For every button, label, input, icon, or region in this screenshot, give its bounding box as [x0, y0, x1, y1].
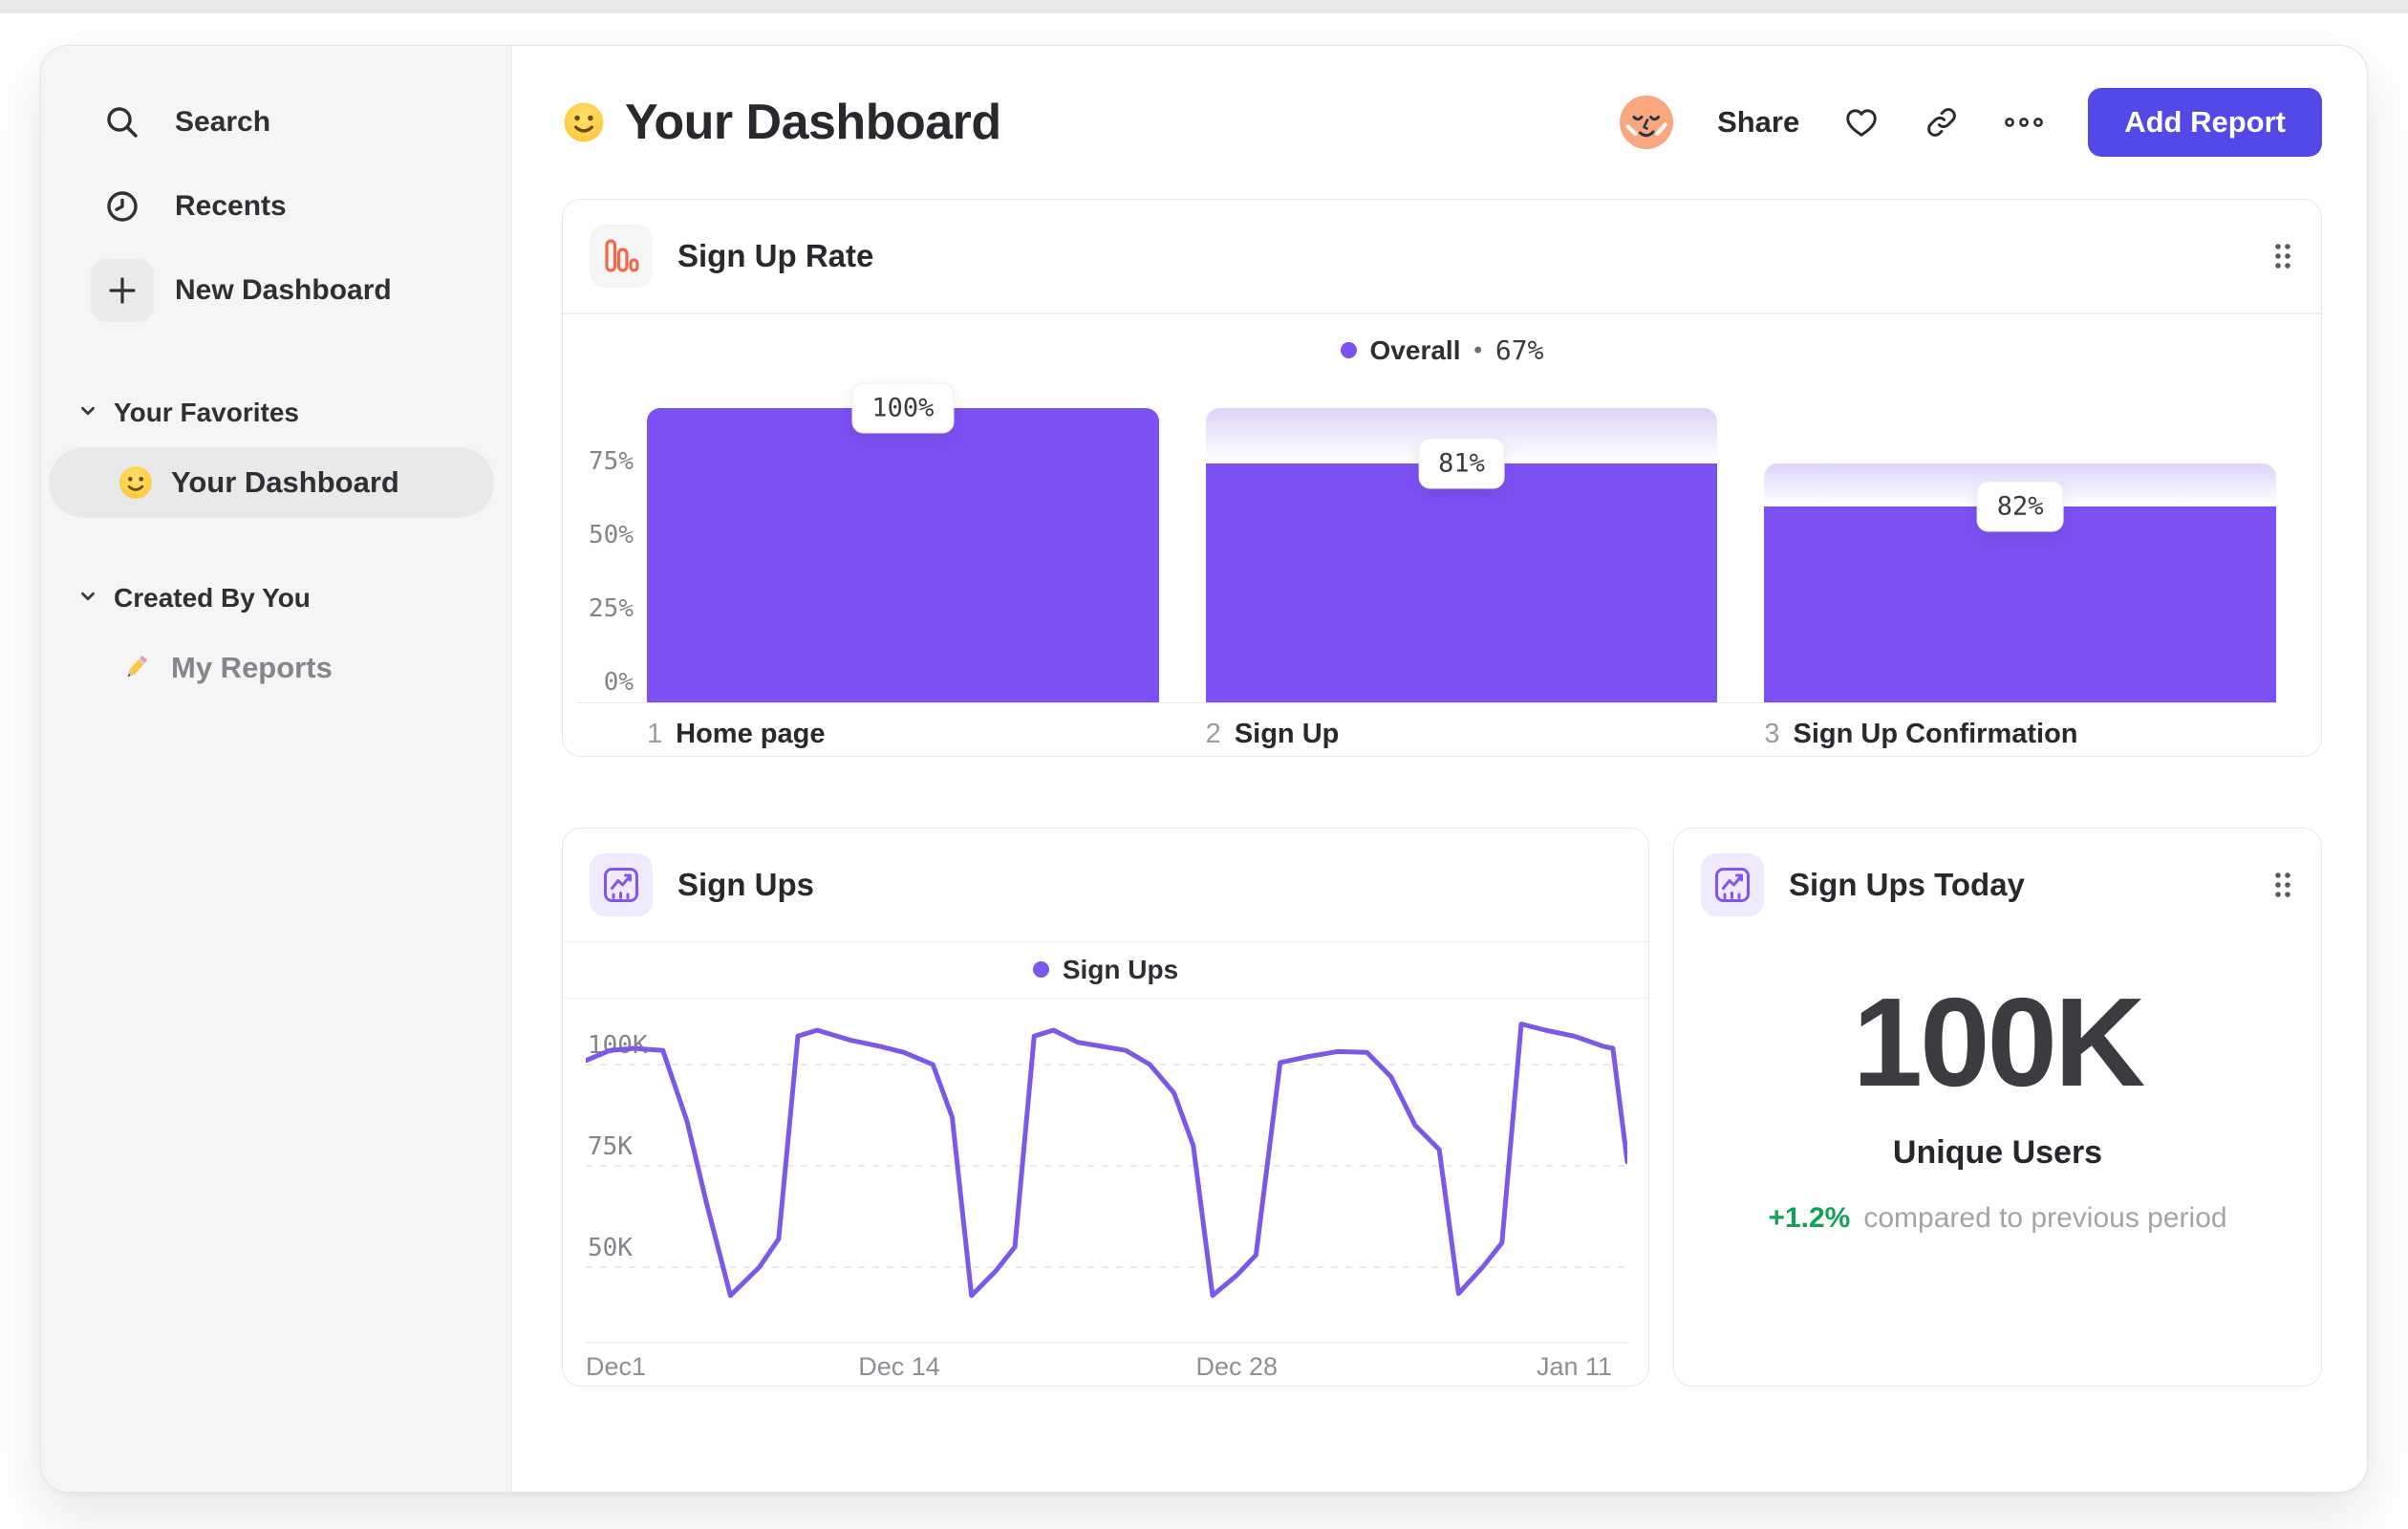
legend-label: Overall	[1369, 334, 1461, 365]
legend-dot	[1032, 961, 1049, 978]
sign-ups-card-header: Sign Ups	[563, 829, 1648, 941]
svg-text:50K: 50K	[588, 1234, 633, 1262]
chevron-down-icon	[77, 398, 98, 428]
sign-ups-card: Sign Ups Sign Ups 100K 75K 50K Dec1 Dec 14 De…	[562, 827, 1649, 1387]
y-axis-tick: 50%	[589, 520, 634, 549]
legend-dot	[1340, 342, 1357, 358]
search-icon	[91, 91, 154, 154]
funnel-value-tooltip: 100%	[851, 382, 955, 433]
add-report-button[interactable]: Add Report	[2088, 88, 2322, 157]
y-axis-tick: 75%	[589, 446, 634, 476]
chevron-down-icon	[77, 583, 98, 614]
stat-value: 100K	[1852, 971, 2146, 1112]
svg-text:75K: 75K	[588, 1132, 633, 1161]
funnel-bar-fill	[1764, 506, 2277, 702]
sidebar-section-label: Your Favorites	[114, 398, 299, 427]
more-options-icon[interactable]	[2004, 113, 2044, 132]
favorite-heart-icon[interactable]	[1843, 104, 1880, 140]
page-title: Your Dashboard	[625, 95, 1001, 150]
sidebar-item-label: Recents	[175, 190, 287, 222]
background-window-edge	[0, 0, 2408, 13]
stat-body: 100K Unique Users +1.2% compared to prev…	[1674, 971, 2321, 1235]
sign-ups-today-card-header: Sign Ups Today	[1674, 829, 2321, 941]
legend-value: 67%	[1494, 334, 1544, 366]
funnel-step-label: 3 Sign Up Confirmation	[1764, 718, 2078, 749]
legend-label: Sign Ups	[1062, 954, 1179, 984]
sidebar-sections: Your Favorites Your Dashboard Created By Y…	[41, 384, 511, 703]
sidebar-item-new-dashboard[interactable]: New Dashboard	[41, 248, 511, 333]
sidebar-item-search[interactable]: Search	[41, 80, 511, 164]
sidebar-item-label: Search	[175, 106, 271, 138]
stat-delta-note: compared to previous period	[1863, 1201, 2227, 1234]
dashboard-title-emoji	[562, 100, 606, 144]
sidebar-nav: Search Recents New Dashboard	[41, 80, 511, 333]
sidebar-section-label: Created By You	[114, 583, 311, 613]
sidebar-section-header[interactable]: Your Favorites	[41, 384, 511, 441]
pencil-icon	[118, 650, 154, 686]
funnel-step-labels: 1 Home page 2 Sign Up 3 Sign Up Confirmation	[576, 703, 2276, 756]
drag-handle-icon[interactable]	[2271, 240, 2294, 272]
svg-text:Dec 28: Dec 28	[1195, 1352, 1278, 1381]
funnel-chart-icon	[590, 225, 653, 288]
smiley-icon	[118, 464, 154, 501]
funnel-bar-sign-up[interactable]: 81%	[1205, 407, 1718, 702]
sidebar-item-my-reports[interactable]: My Reports	[49, 633, 494, 703]
card-title: Sign Ups	[677, 866, 815, 902]
svg-text:Dec 14: Dec 14	[858, 1352, 940, 1381]
funnel-step-label: 1 Home page	[647, 718, 826, 749]
funnel-bar-home-page[interactable]: 100%	[647, 382, 1159, 702]
funnel-bar-fill	[1205, 463, 1718, 702]
funnel-value-tooltip: 81%	[1418, 438, 1505, 489]
sidebar-item-label: New Dashboard	[175, 274, 392, 306]
funnel-legend[interactable]: Overall • 67%	[563, 314, 2321, 387]
funnel-bar-sign-up-confirmation[interactable]: 82%	[1764, 408, 2277, 702]
sidebar-item-label: Your Dashboard	[171, 465, 399, 499]
avatar[interactable]	[1620, 96, 1674, 149]
line-chart[interactable]: 100K 75K 50K Dec1 Dec 14 Dec 28 Jan 11	[563, 999, 1648, 1386]
y-axis-tick: 25%	[589, 593, 634, 623]
svg-text:Jan 11: Jan 11	[1537, 1352, 1612, 1381]
funnel-value-tooltip: 82%	[1976, 481, 2064, 532]
line-chart-icon	[590, 852, 653, 916]
drag-handle-icon[interactable]	[2271, 869, 2294, 901]
clock-icon	[91, 175, 154, 238]
sign-up-rate-card: Sign Up Rate Overall • 67% 75% 50% 25% 0% 1…	[562, 199, 2322, 757]
dashboard-header: Your Dashboard Share Add Report	[562, 46, 2322, 199]
card-title: Sign Ups Today	[1789, 866, 2025, 902]
plus-icon	[91, 259, 154, 322]
y-axis-tick: 0%	[603, 667, 634, 697]
sidebar-item-recents[interactable]: Recents	[41, 164, 511, 248]
svg-text:Dec1: Dec1	[586, 1352, 646, 1381]
copy-link-icon[interactable]	[1924, 104, 1960, 140]
app-window: Search Recents New Dashboard Your Favorite…	[40, 45, 2368, 1493]
sidebar-item-your-dashboard[interactable]: Your Dashboard	[49, 447, 494, 518]
line-chart-icon	[1701, 852, 1764, 916]
share-button[interactable]: Share	[1717, 105, 1799, 140]
sidebar: Search Recents New Dashboard Your Favorite…	[41, 46, 512, 1492]
sign-ups-today-card: Sign Ups Today 100K Unique Users +1.2% c…	[1673, 827, 2322, 1387]
stat-delta-row: +1.2% compared to previous period	[1768, 1202, 2226, 1235]
card-title: Sign Up Rate	[677, 238, 874, 273]
funnel-step-label: 2 Sign Up	[1205, 718, 1340, 749]
sidebar-section-header[interactable]: Created By You	[41, 570, 511, 627]
funnel-bars: 100% 81% 82%	[647, 382, 2277, 702]
header-actions: Share Add Report	[1620, 88, 2322, 157]
main-content: Your Dashboard Share Add Report Sign Up …	[512, 46, 2367, 1492]
funnel-y-axis: 75% 50% 25% 0%	[576, 408, 634, 702]
line-legend[interactable]: Sign Ups	[563, 940, 1648, 999]
sidebar-section-created-by-you: Created By You My Reports	[41, 570, 511, 703]
sidebar-section-your-favorites: Your Favorites Your Dashboard	[41, 384, 511, 518]
funnel-bar-fill	[647, 407, 1159, 702]
stat-label: Unique Users	[1892, 1133, 2103, 1171]
cards-row: Sign Ups Sign Ups 100K 75K 50K Dec1 Dec 14 De…	[562, 827, 2322, 1387]
legend-separator: •	[1473, 336, 1482, 363]
funnel-chart: 75% 50% 25% 0% 100% 81% 82% 1 Home page 2 Sign U…	[563, 382, 2321, 756]
stat-delta: +1.2%	[1768, 1201, 1851, 1234]
sign-up-rate-card-header: Sign Up Rate	[563, 200, 2321, 312]
sidebar-item-label: My Reports	[171, 651, 333, 684]
